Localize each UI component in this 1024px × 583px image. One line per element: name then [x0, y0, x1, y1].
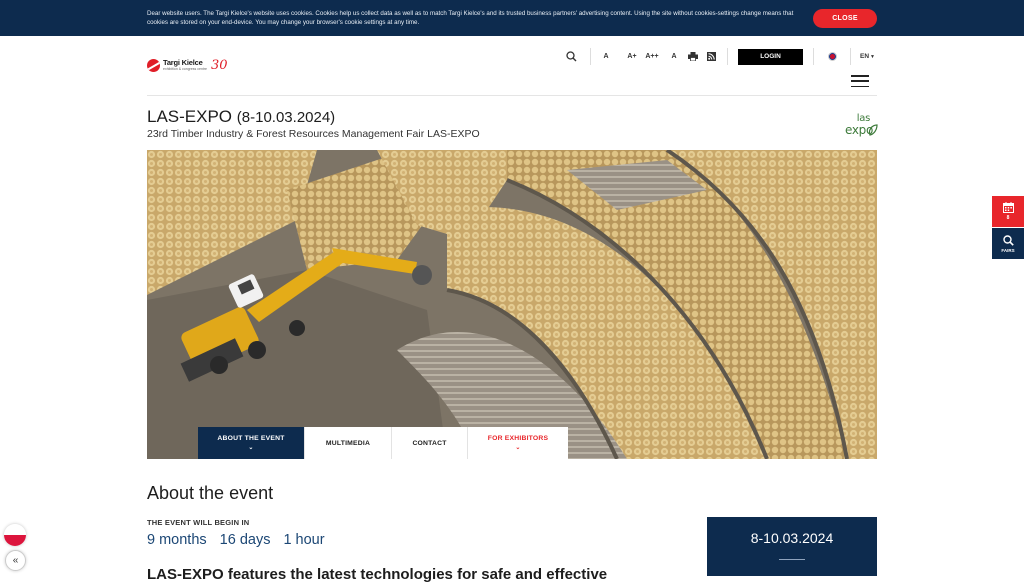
calendar-icon [1002, 202, 1014, 213]
event-name: LAS-EXPO [147, 107, 233, 126]
date-box-divider [779, 559, 805, 560]
font-size-xlarge-button[interactable]: A++ [639, 48, 665, 65]
las-expo-logo: las expo [836, 113, 878, 139]
toolbar-divider [727, 48, 728, 65]
logo-sub: exhibition & congress centre [163, 67, 207, 71]
chevron-down-icon: ⌄ [248, 445, 254, 451]
calendar-count: 8 [1006, 215, 1010, 221]
chevron-down-icon: ▼ [870, 53, 875, 60]
event-date-box-text: 8-10.03.2024 [750, 530, 834, 546]
cookie-bar: Dear website users. The Targi Kielce's w… [0, 0, 1024, 36]
countdown-months: 9 months [147, 532, 207, 548]
font-size-large-button[interactable]: A+ [625, 48, 639, 65]
countdown-days: 16 days [219, 532, 271, 548]
targi-kielce-logo[interactable]: Targi Kielce exhibition & congress centr… [147, 58, 228, 73]
countdown-hours: 1 hour [283, 532, 325, 548]
event-subtitle: 23rd Timber Industry & Forest Resources … [147, 128, 480, 140]
contrast-button[interactable]: A [665, 48, 683, 65]
rss-icon[interactable] [703, 48, 719, 65]
font-size-normal-button[interactable]: A [591, 48, 621, 65]
header-divider [147, 95, 877, 96]
double-chevron-left-icon[interactable]: « [5, 550, 26, 571]
fairs-search-widget[interactable]: FAIRS [992, 228, 1024, 259]
cookie-text: Dear website users. The Targi Kielce's w… [147, 10, 794, 26]
anniversary-mark: 30 [210, 58, 228, 73]
language-selector[interactable]: EN ▼ [851, 48, 875, 65]
countdown-label: THE EVENT WILL BEGIN IN [147, 518, 250, 527]
print-icon[interactable] [683, 48, 703, 65]
targi-kielce-logo-icon [147, 59, 160, 72]
tab-multimedia[interactable]: MULTIMEDIA [305, 427, 392, 459]
language-label: EN [860, 53, 870, 60]
tab-exhibitors-label: FOR EXHIBITORS [487, 435, 549, 442]
logo-name: Targi Kielce [163, 58, 203, 67]
chevron-down-icon: ⌄ [515, 445, 521, 451]
timber-yard-photo [147, 150, 877, 459]
fairs-label: FAIRS [1001, 247, 1015, 253]
tab-about-the-event[interactable]: ABOUT THE EVENT ⌄ [198, 427, 305, 459]
hamburger-menu-icon[interactable] [851, 75, 869, 87]
tab-for-exhibitors[interactable]: FOR EXHIBITORS ⌄ [468, 427, 568, 459]
tab-contact[interactable]: CONTACT [392, 427, 468, 459]
hero-image: ABOUT THE EVENT ⌄ MULTIMEDIA CONTACT FOR… [147, 150, 877, 459]
search-icon[interactable] [560, 48, 582, 65]
search-icon [1002, 234, 1014, 246]
event-date-box: 8-10.03.2024 [707, 517, 877, 576]
tab-about-label: ABOUT THE EVENT [217, 435, 285, 442]
about-heading: About the event [147, 483, 274, 503]
event-dates: (8-10.03.2024) [236, 109, 336, 126]
login-button[interactable]: LOGIN [738, 48, 803, 65]
leaf-icon [868, 124, 878, 136]
countdown: 9 months 16 days 1 hour [147, 532, 338, 548]
about-lead-text: LAS-EXPO features the latest technologie… [147, 566, 608, 583]
tab-multimedia-label: MULTIMEDIA [325, 439, 371, 447]
event-tabs: ABOUT THE EVENT ⌄ MULTIMEDIA CONTACT FOR… [198, 427, 568, 459]
tab-contact-label: CONTACT [412, 439, 447, 447]
poland-flag-icon[interactable] [4, 524, 26, 546]
cookie-close-button[interactable]: CLOSE [813, 9, 877, 28]
calendar-widget[interactable]: 8 [992, 196, 1024, 227]
toolbar: A A+ A++ A LOGIN EN ▼ [560, 48, 875, 65]
event-title: LAS-EXPO (8-10.03.2024) [147, 107, 335, 127]
korea-flag-icon[interactable] [814, 48, 850, 65]
